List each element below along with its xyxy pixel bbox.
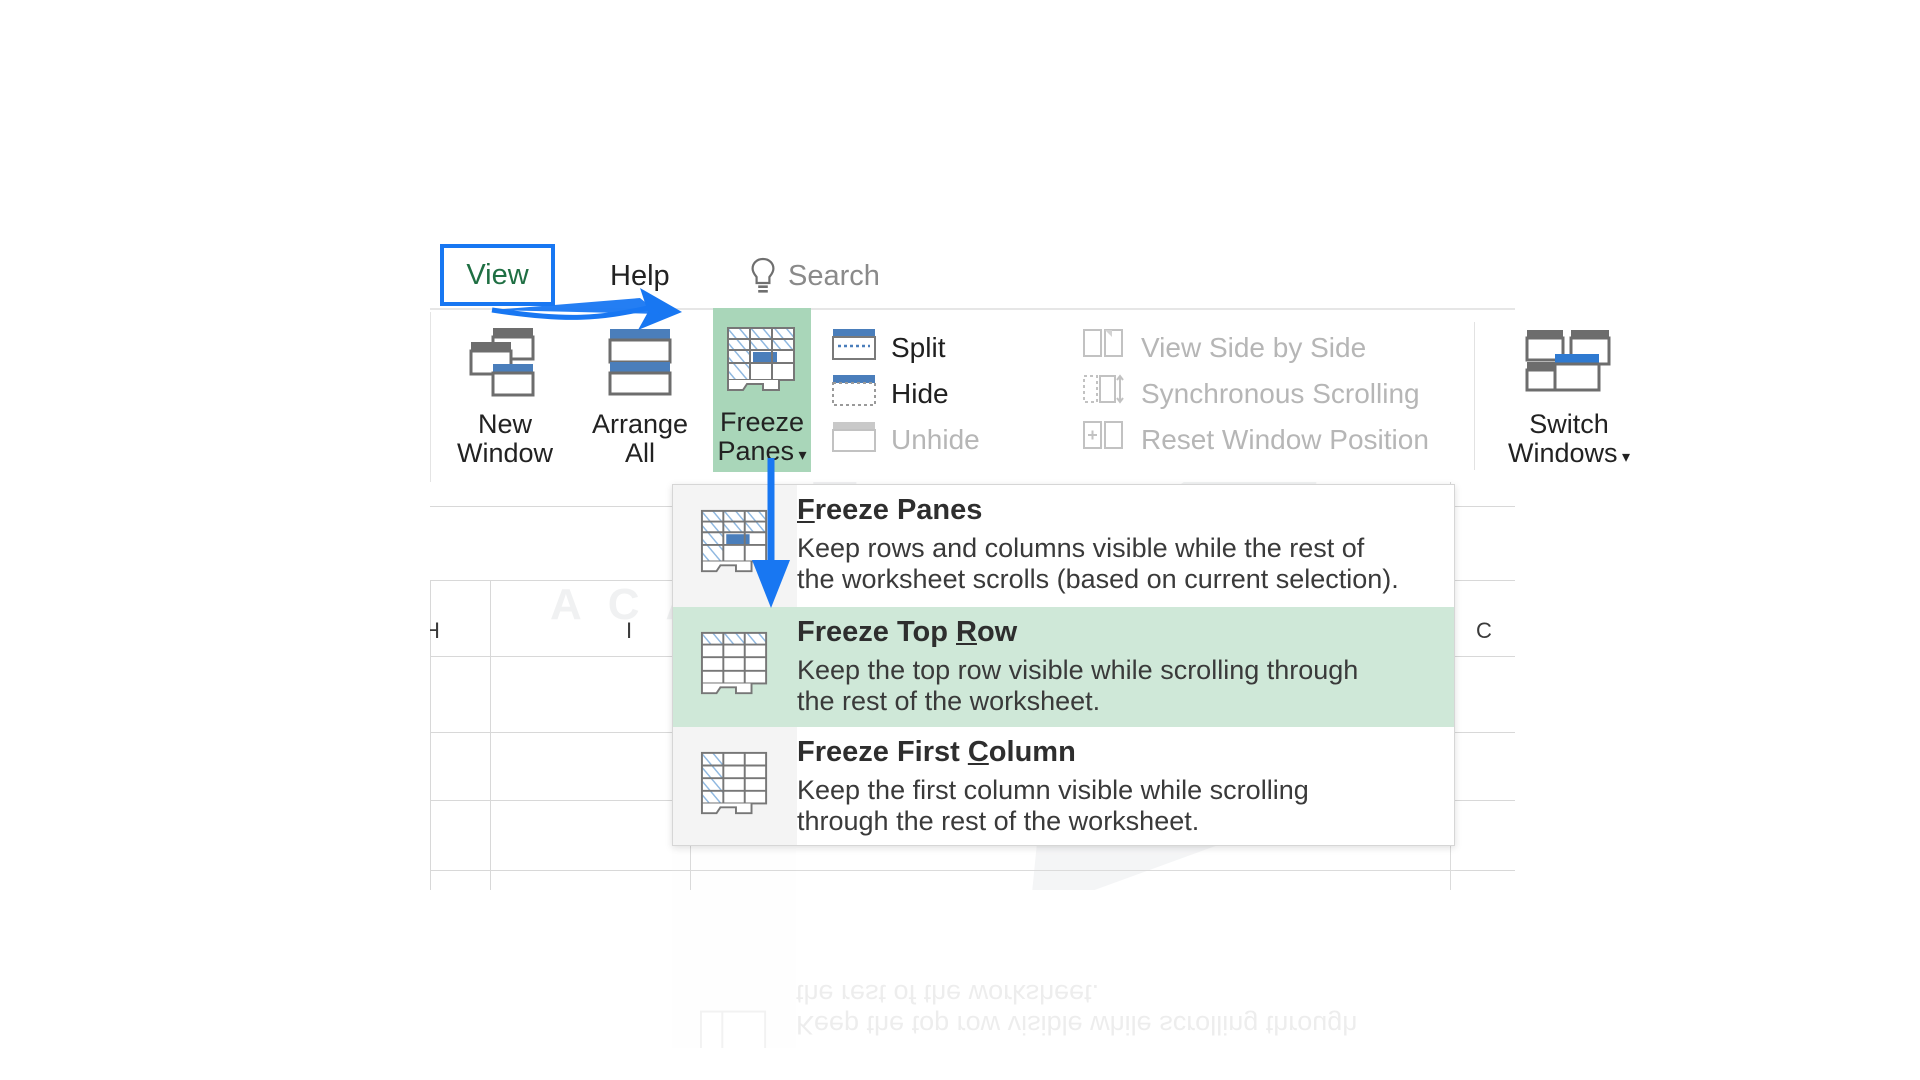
menu-item-freeze-first-column-title: Freeze First Column [797, 736, 1076, 768]
ribbon-command-split-label: Split [891, 331, 946, 363]
ribbon-button-freeze-panes-line1: Freeze [719, 407, 805, 438]
menu-reflection-desc1: Keep the top row visible while scrolling… [796, 1010, 1358, 1040]
menu-item-freeze-panes-desc2: the worksheet scrolls (based on current … [797, 564, 1399, 595]
tab-help[interactable]: Help [610, 250, 670, 302]
menu-reflection-desc2: the rest of the worksheet. [796, 978, 1100, 1009]
menu-item-freeze-first-column-text: Freeze First Column Keep the first colum… [797, 727, 1309, 847]
ribbon-button-switch-windows[interactable]: Switch Windows ▾ [1484, 324, 1654, 468]
ribbon-command-reset-window-position[interactable]: Reset Window Position [1081, 418, 1429, 461]
ribbon-button-new-window[interactable]: New Window [445, 324, 565, 468]
freeze-panes-dropdown-menu: Freeze Panes Keep rows and columns visib… [672, 484, 1455, 846]
ribbon-command-hide[interactable]: Hide [831, 372, 949, 415]
ribbon-window-group: New Window Arrange All Freeze Panes ▾ Sp… [430, 308, 1630, 482]
unhide-icon [831, 418, 877, 461]
ribbon-command-view-side-by-side-label: View Side by Side [1141, 331, 1367, 363]
ribbon-button-switch-windows-line1: Switch [1529, 409, 1609, 440]
cell-char: H [430, 618, 440, 643]
menu-reflection-item: Freeze Top Row Keep the top row visible … [672, 968, 1453, 1048]
menu-item-freeze-panes[interactable]: Freeze Panes Keep rows and columns visib… [673, 485, 1454, 607]
new-window-icon [445, 324, 565, 404]
menu-item-freeze-top-row[interactable]: Freeze Top Row Keep the top row visible … [673, 607, 1454, 727]
menu-reflection-text: Freeze Top Row Keep the top row visible … [796, 968, 1357, 1048]
ribbon-button-freeze-panes-line2: Panes [717, 436, 795, 467]
ribbon-command-unhide-label: Unhide [891, 423, 980, 455]
menu-accel-key: C [967, 736, 989, 768]
switch-windows-icon [1484, 324, 1654, 404]
ribbon-button-switch-windows-line2: Windows [1507, 438, 1618, 469]
screenshot-root: J ACADEMY H I C View Help [0, 0, 1920, 1080]
grid-vline [490, 580, 491, 890]
split-icon [831, 326, 877, 369]
tab-search-label: Search [788, 259, 880, 292]
menu-item-freeze-first-column-desc1: Keep the first column visible while scro… [797, 775, 1309, 805]
cell-char: C [1476, 618, 1492, 643]
freeze-top-row-icon [673, 607, 797, 727]
ribbon-group-divider [1474, 322, 1475, 470]
menu-accel-key: F [797, 494, 815, 526]
reset-window-icon [1081, 418, 1127, 461]
menu-item-freeze-top-row-desc1: Keep the top row visible while scrolling… [797, 655, 1359, 685]
side-by-side-icon [1081, 326, 1127, 369]
tabstrip-divider [430, 308, 1515, 310]
hide-icon [831, 372, 877, 415]
freeze-first-column-icon [673, 727, 797, 847]
menu-reflection: Freeze First Column Keep the first colum… [672, 848, 1455, 1048]
ribbon-command-hide-label: Hide [891, 377, 949, 409]
menu-reflection-copy: Freeze First Column Keep the first colum… [672, 848, 1455, 1048]
ribbon-command-split[interactable]: Split [831, 326, 945, 369]
menu-item-freeze-first-column[interactable]: Freeze First Column Keep the first colum… [673, 727, 1454, 847]
ribbon-command-reset-window-position-label: Reset Window Position [1141, 423, 1429, 455]
ribbon-button-new-window-line1: New [477, 409, 532, 440]
ribbon-button-new-window-line2: Window [456, 438, 554, 469]
menu-reflection-icon [672, 968, 796, 1048]
ribbon-tab-strip: View Help Search [430, 244, 1515, 310]
ribbon-command-synchronous-scrolling[interactable]: Synchronous Scrolling [1081, 372, 1420, 415]
menu-item-freeze-first-column-desc2: through the rest of the worksheet. [797, 806, 1200, 837]
sync-scrolling-icon [1081, 372, 1127, 415]
chevron-down-icon[interactable]: ▾ [1618, 449, 1630, 466]
menu-item-freeze-panes-title: Freeze Panes [797, 494, 983, 526]
menu-accel-key: R [956, 616, 977, 648]
menu-item-freeze-panes-text: Freeze Panes Keep rows and columns visib… [797, 485, 1399, 607]
ribbon-command-unhide[interactable]: Unhide [831, 418, 980, 461]
chevron-down-icon[interactable]: ▾ [794, 447, 806, 464]
menu-reflection-title: Freeze Top Row [796, 1046, 1357, 1048]
ribbon-command-synchronous-scrolling-label: Synchronous Scrolling [1141, 377, 1420, 409]
cell-char: I [626, 618, 633, 643]
menu-item-freeze-top-row-title: Freeze Top Row [797, 616, 1018, 648]
tab-view-label: View [466, 258, 529, 291]
tab-search[interactable]: Search [750, 250, 880, 302]
ribbon-button-arrange-all-line2: All [624, 438, 655, 469]
menu-item-freeze-top-row-text: Freeze Top Row Keep the top row visible … [797, 607, 1358, 727]
freeze-panes-icon [713, 324, 811, 402]
menu-item-freeze-top-row-desc2: the rest of the worksheet. [797, 686, 1101, 717]
tab-help-label: Help [610, 259, 670, 292]
ribbon-button-arrange-all[interactable]: Arrange All [581, 324, 699, 468]
lightbulb-icon [750, 257, 776, 295]
menu-item-freeze-panes-desc1: Keep rows and columns visible while the … [797, 533, 1365, 563]
ribbon-command-view-side-by-side[interactable]: View Side by Side [1081, 326, 1366, 369]
arrange-all-icon [581, 324, 699, 404]
tab-view[interactable]: View [440, 244, 555, 306]
ribbon-button-arrange-all-line1: Arrange [591, 409, 689, 440]
ribbon-button-freeze-panes[interactable]: Freeze Panes ▾ [713, 308, 811, 472]
freeze-panes-menu-icon [673, 485, 797, 607]
